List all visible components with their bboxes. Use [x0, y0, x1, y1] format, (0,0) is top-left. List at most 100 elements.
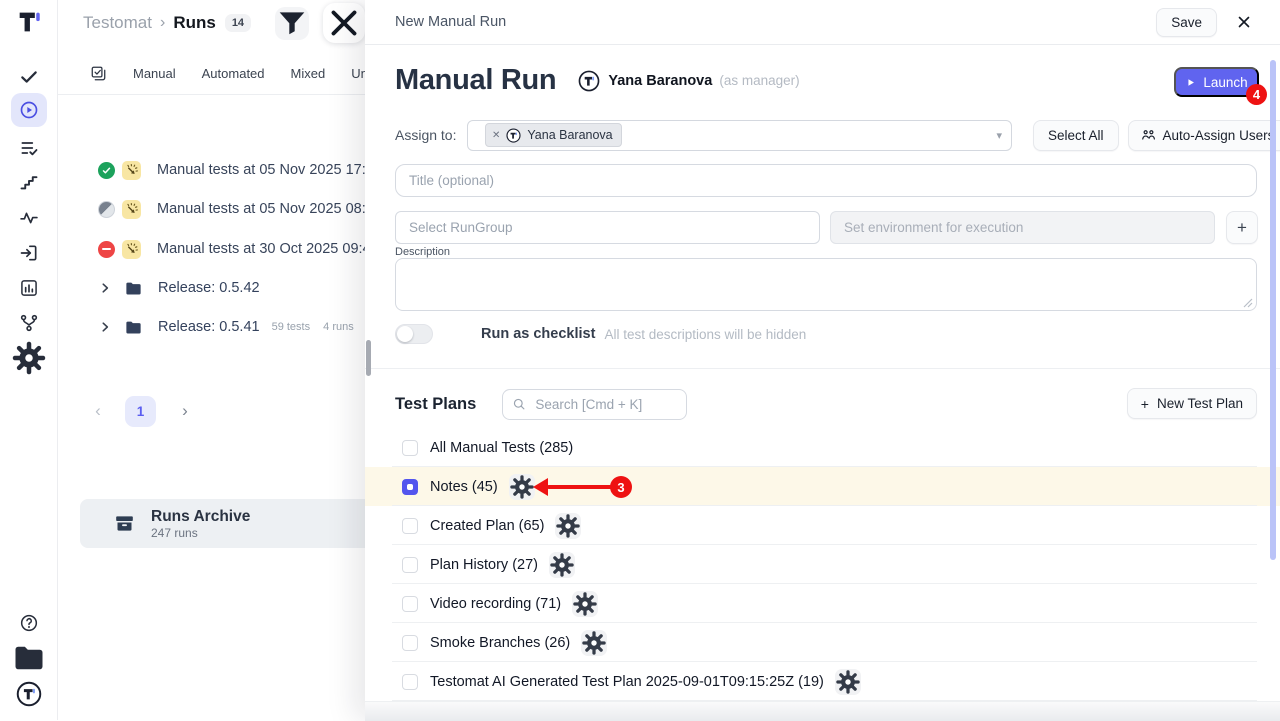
breadcrumb-app[interactable]: Testomat [83, 13, 152, 33]
select-all-button[interactable]: Select All [1033, 120, 1119, 151]
manager-name: Yana Baranova [608, 73, 712, 89]
plan-settings-button[interactable] [581, 630, 607, 656]
plan-label: Smoke Branches (26) [430, 635, 570, 651]
testomat-logo-icon[interactable] [14, 7, 44, 37]
current-page-button[interactable]: 1 [125, 396, 156, 427]
select-runs-icon[interactable] [90, 65, 107, 82]
run-as-checklist-toggle[interactable] [395, 324, 433, 344]
remove-assignee-icon[interactable]: ✕ [492, 130, 500, 141]
test-plan-row[interactable]: Plan History (27) [365, 545, 1280, 584]
rungroup-input[interactable] [395, 211, 820, 244]
runs-tab-bar: Manual Automated Mixed Unit [57, 52, 365, 95]
bar-chart-icon [19, 278, 39, 298]
test-plan-row[interactable]: Created Plan (65) [365, 506, 1280, 545]
run-list-item[interactable]: Manual tests at 05 Nov 2025 08:23 [57, 194, 365, 224]
title-input[interactable] [395, 164, 1257, 197]
page-title: Manual Run [395, 64, 556, 97]
annotation-arrow-line [547, 485, 615, 489]
gear-icon [11, 340, 47, 376]
projects-button[interactable] [11, 641, 47, 675]
prev-page-button[interactable]: ‹ [83, 396, 113, 426]
manager-role: (as manager) [719, 73, 799, 88]
new-manual-run-modal: New Manual Run Save Manual Run Yana Bara… [365, 0, 1280, 720]
tab-unit[interactable]: Unit [351, 66, 365, 81]
folder-icon [124, 318, 143, 337]
tab-automated[interactable]: Automated [202, 66, 265, 81]
checklist-toggle-row: Run as checklist All test descriptions w… [395, 324, 806, 344]
folder-row[interactable]: Release: 0.5.42 [57, 273, 365, 303]
assign-label: Assign to: [395, 127, 467, 143]
pagination: ‹ 1 › [57, 394, 357, 428]
close-filter-button[interactable] [323, 3, 365, 43]
branch-icon [19, 313, 39, 333]
run-emoji-icon [122, 200, 141, 219]
run-emoji-icon [122, 240, 141, 259]
description-textarea[interactable] [395, 258, 1257, 311]
run-list-item[interactable]: Manual tests at 30 Oct 2025 09:48 [57, 234, 365, 264]
plus-icon: + [1141, 396, 1149, 412]
folder-row[interactable]: Release: 0.5.41 59 tests 4 runs [57, 312, 365, 342]
plan-checkbox[interactable] [402, 674, 418, 690]
plan-settings-button[interactable] [509, 474, 535, 500]
sidebar-item-results[interactable] [11, 60, 47, 94]
add-environment-button[interactable]: + [1226, 211, 1258, 244]
plan-checkbox[interactable] [402, 557, 418, 573]
plan-settings-button[interactable] [835, 669, 861, 695]
search-input[interactable] [502, 389, 687, 420]
plan-settings-button[interactable] [572, 591, 598, 617]
modal-scrollbar-thumb[interactable] [1270, 60, 1276, 560]
tab-manual[interactable]: Manual [133, 66, 176, 81]
test-plan-row[interactable]: All Manual Tests (285) [365, 428, 1280, 467]
save-button[interactable]: Save [1156, 8, 1217, 37]
resize-handle-icon[interactable] [1243, 298, 1253, 308]
new-test-plan-button[interactable]: + New Test Plan [1127, 388, 1257, 419]
plan-settings-button[interactable] [555, 513, 581, 539]
app-sidebar [0, 0, 58, 720]
chevron-right-icon[interactable] [98, 281, 112, 295]
plan-checkbox-checked[interactable] [402, 479, 418, 495]
sidebar-item-settings[interactable] [11, 341, 47, 375]
plan-settings-button[interactable] [549, 552, 575, 578]
runs-count-badge: 14 [225, 14, 251, 32]
funnel-icon [275, 6, 309, 40]
modal-close-button[interactable] [1235, 13, 1253, 31]
help-button[interactable] [11, 606, 47, 640]
chevron-down-icon[interactable]: ▾ [996, 129, 1002, 142]
runs-archive-card[interactable]: Runs Archive 247 runs [80, 499, 365, 548]
sidebar-item-analytics[interactable] [11, 201, 47, 235]
import-icon [19, 243, 39, 263]
plan-checkbox[interactable] [402, 596, 418, 612]
tab-mixed[interactable]: Mixed [291, 66, 326, 81]
manager-avatar-icon [578, 70, 600, 92]
runs-header: Testomat › Runs 14 [57, 0, 365, 46]
chevron-right-icon[interactable] [98, 320, 112, 334]
test-plan-row-selected[interactable]: Notes (45) 3 [365, 467, 1280, 506]
test-plan-row[interactable]: Testomat AI Generated Test Plan 2025-09-… [365, 662, 1280, 701]
test-plans-search [502, 389, 687, 420]
status-passed-icon [98, 162, 115, 179]
run-heading-row: Manual Run Yana Baranova (as manager) [395, 64, 800, 97]
filter-button[interactable] [275, 7, 309, 40]
sidebar-item-branches[interactable] [11, 306, 47, 340]
sidebar-item-runs[interactable] [11, 93, 47, 127]
test-plan-row[interactable]: Smoke Branches (26) [365, 623, 1280, 662]
run-list-item[interactable]: Manual tests at 05 Nov 2025 17:55 [57, 155, 365, 185]
plan-checkbox[interactable] [402, 635, 418, 651]
auto-assign-button[interactable]: Auto-Assign Users [1128, 120, 1280, 151]
sidebar-item-milestones[interactable] [11, 166, 47, 200]
sidebar-item-reports[interactable] [11, 271, 47, 305]
panel-scrollbar-thumb[interactable] [366, 340, 371, 376]
checklist-hint: All test descriptions will be hidden [604, 327, 806, 342]
environment-input[interactable] [830, 211, 1215, 244]
plan-checkbox[interactable] [402, 518, 418, 534]
plan-checkbox[interactable] [402, 440, 418, 456]
next-page-button[interactable]: › [170, 396, 200, 426]
sidebar-item-test-plans[interactable] [11, 131, 47, 165]
test-plan-row[interactable]: Video recording (71) [365, 584, 1280, 623]
list-check-icon [19, 138, 39, 158]
assignee-select[interactable]: ✕ Yana Baranova ▾ [467, 120, 1012, 151]
status-failed-icon [98, 241, 115, 258]
section-divider [365, 368, 1280, 369]
sidebar-item-import[interactable] [11, 236, 47, 270]
user-avatar[interactable] [11, 677, 47, 711]
